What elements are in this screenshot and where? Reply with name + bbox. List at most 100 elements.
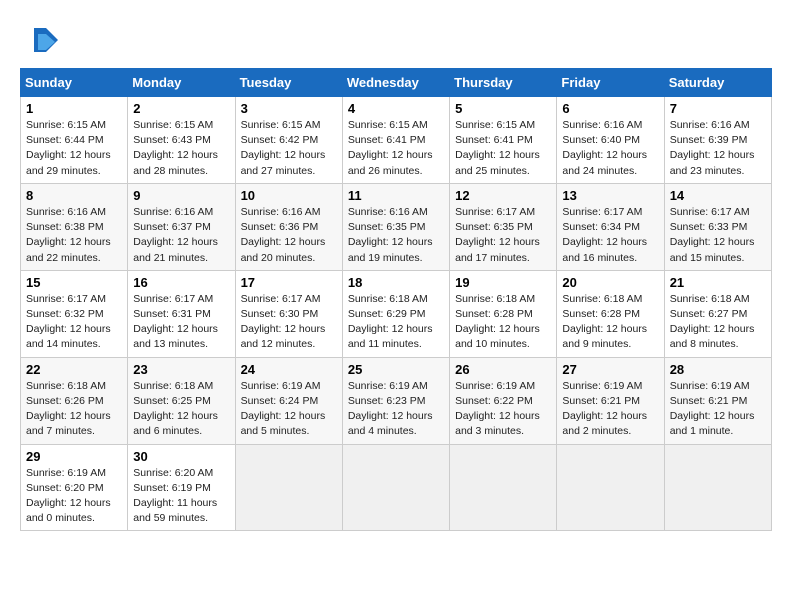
day-number: 5: [455, 101, 551, 116]
calendar-cell: 24 Sunrise: 6:19 AMSunset: 6:24 PMDayligh…: [235, 357, 342, 444]
calendar-table: SundayMondayTuesdayWednesdayThursdayFrid…: [20, 68, 772, 531]
calendar-cell: 5 Sunrise: 6:15 AMSunset: 6:41 PMDaylight…: [450, 97, 557, 184]
calendar-cell: 20 Sunrise: 6:18 AMSunset: 6:28 PMDayligh…: [557, 270, 664, 357]
weekday-header-wednesday: Wednesday: [342, 69, 449, 97]
day-number: 3: [241, 101, 337, 116]
cell-info: Sunrise: 6:16 AMSunset: 6:39 PMDaylight:…: [670, 118, 766, 179]
logo: [20, 20, 64, 60]
day-number: 12: [455, 188, 551, 203]
calendar-week-5: 29 Sunrise: 6:19 AMSunset: 6:20 PMDayligh…: [21, 444, 772, 531]
day-number: 23: [133, 362, 229, 377]
day-number: 13: [562, 188, 658, 203]
weekday-header-friday: Friday: [557, 69, 664, 97]
calendar-cell: 18 Sunrise: 6:18 AMSunset: 6:29 PMDayligh…: [342, 270, 449, 357]
calendar-cell: 13 Sunrise: 6:17 AMSunset: 6:34 PMDayligh…: [557, 183, 664, 270]
calendar-cell: 19 Sunrise: 6:18 AMSunset: 6:28 PMDayligh…: [450, 270, 557, 357]
calendar-week-2: 8 Sunrise: 6:16 AMSunset: 6:38 PMDaylight…: [21, 183, 772, 270]
day-number: 18: [348, 275, 444, 290]
day-number: 20: [562, 275, 658, 290]
calendar-cell: 27Sunrise: 6:19 AMSunset: 6:21 PMDayligh…: [557, 357, 664, 444]
cell-info: Sunrise: 6:18 AMSunset: 6:27 PMDaylight:…: [670, 292, 766, 353]
day-number: 4: [348, 101, 444, 116]
day-number: 28: [670, 362, 766, 377]
calendar-cell: 1 Sunrise: 6:15 AMSunset: 6:44 PMDaylight…: [21, 97, 128, 184]
cell-info: Sunrise: 6:19 AMSunset: 6:21 PMDaylight:…: [562, 379, 658, 440]
day-number: 21: [670, 275, 766, 290]
calendar-cell: 29 Sunrise: 6:19 AMSunset: 6:20 PMDayligh…: [21, 444, 128, 531]
cell-info: Sunrise: 6:17 AMSunset: 6:34 PMDaylight:…: [562, 205, 658, 266]
day-number: 8: [26, 188, 122, 203]
weekday-header-monday: Monday: [128, 69, 235, 97]
cell-info: Sunrise: 6:15 AMSunset: 6:41 PMDaylight:…: [348, 118, 444, 179]
cell-info: Sunrise: 6:19 AMSunset: 6:21 PMDaylight:…: [670, 379, 766, 440]
cell-info: Sunrise: 6:18 AMSunset: 6:28 PMDaylight:…: [562, 292, 658, 353]
calendar-cell: 4 Sunrise: 6:15 AMSunset: 6:41 PMDaylight…: [342, 97, 449, 184]
cell-info: Sunrise: 6:19 AMSunset: 6:23 PMDaylight:…: [348, 379, 444, 440]
cell-info: Sunrise: 6:15 AMSunset: 6:41 PMDaylight:…: [455, 118, 551, 179]
cell-info: Sunrise: 6:17 AMSunset: 6:33 PMDaylight:…: [670, 205, 766, 266]
page-header: [20, 20, 772, 60]
cell-info: Sunrise: 6:18 AMSunset: 6:25 PMDaylight:…: [133, 379, 229, 440]
weekday-header-saturday: Saturday: [664, 69, 771, 97]
day-number: 17: [241, 275, 337, 290]
calendar-cell: 15 Sunrise: 6:17 AMSunset: 6:32 PMDayligh…: [21, 270, 128, 357]
day-number: 7: [670, 101, 766, 116]
day-number: 15: [26, 275, 122, 290]
calendar-cell: [342, 444, 449, 531]
cell-info: Sunrise: 6:19 AMSunset: 6:22 PMDaylight:…: [455, 379, 551, 440]
calendar-header: SundayMondayTuesdayWednesdayThursdayFrid…: [21, 69, 772, 97]
calendar-cell: 30Sunrise: 6:20 AMSunset: 6:19 PMDayligh…: [128, 444, 235, 531]
cell-info: Sunrise: 6:16 AMSunset: 6:36 PMDaylight:…: [241, 205, 337, 266]
day-number: 14: [670, 188, 766, 203]
cell-info: Sunrise: 6:18 AMSunset: 6:26 PMDaylight:…: [26, 379, 122, 440]
cell-info: Sunrise: 6:19 AMSunset: 6:24 PMDaylight:…: [241, 379, 337, 440]
calendar-cell: 9Sunrise: 6:16 AMSunset: 6:37 PMDaylight…: [128, 183, 235, 270]
calendar-week-3: 15 Sunrise: 6:17 AMSunset: 6:32 PMDayligh…: [21, 270, 772, 357]
cell-info: Sunrise: 6:19 AMSunset: 6:20 PMDaylight:…: [26, 466, 122, 527]
cell-info: Sunrise: 6:17 AMSunset: 6:31 PMDaylight:…: [133, 292, 229, 353]
calendar-cell: 17Sunrise: 6:17 AMSunset: 6:30 PMDayligh…: [235, 270, 342, 357]
day-number: 30: [133, 449, 229, 464]
weekday-header-thursday: Thursday: [450, 69, 557, 97]
calendar-cell: 7 Sunrise: 6:16 AMSunset: 6:39 PMDaylight…: [664, 97, 771, 184]
cell-info: Sunrise: 6:18 AMSunset: 6:29 PMDaylight:…: [348, 292, 444, 353]
calendar-cell: [664, 444, 771, 531]
cell-info: Sunrise: 6:15 AMSunset: 6:43 PMDaylight:…: [133, 118, 229, 179]
calendar-cell: [450, 444, 557, 531]
calendar-cell: 23 Sunrise: 6:18 AMSunset: 6:25 PMDayligh…: [128, 357, 235, 444]
cell-info: Sunrise: 6:16 AMSunset: 6:38 PMDaylight:…: [26, 205, 122, 266]
day-number: 24: [241, 362, 337, 377]
calendar-cell: 25 Sunrise: 6:19 AMSunset: 6:23 PMDayligh…: [342, 357, 449, 444]
day-number: 29: [26, 449, 122, 464]
weekday-header-tuesday: Tuesday: [235, 69, 342, 97]
day-number: 25: [348, 362, 444, 377]
calendar-cell: 3 Sunrise: 6:15 AMSunset: 6:42 PMDaylight…: [235, 97, 342, 184]
calendar-cell: 16 Sunrise: 6:17 AMSunset: 6:31 PMDayligh…: [128, 270, 235, 357]
calendar-cell: 8 Sunrise: 6:16 AMSunset: 6:38 PMDaylight…: [21, 183, 128, 270]
day-number: 1: [26, 101, 122, 116]
weekday-header-sunday: Sunday: [21, 69, 128, 97]
day-number: 6: [562, 101, 658, 116]
calendar-cell: 11Sunrise: 6:16 AMSunset: 6:35 PMDayligh…: [342, 183, 449, 270]
calendar-cell: 28 Sunrise: 6:19 AMSunset: 6:21 PMDayligh…: [664, 357, 771, 444]
cell-info: Sunrise: 6:17 AMSunset: 6:35 PMDaylight:…: [455, 205, 551, 266]
cell-info: Sunrise: 6:15 AMSunset: 6:44 PMDaylight:…: [26, 118, 122, 179]
calendar-cell: 10 Sunrise: 6:16 AMSunset: 6:36 PMDayligh…: [235, 183, 342, 270]
day-number: 10: [241, 188, 337, 203]
calendar-cell: [557, 444, 664, 531]
calendar-cell: 2Sunrise: 6:15 AMSunset: 6:43 PMDaylight…: [128, 97, 235, 184]
day-number: 16: [133, 275, 229, 290]
calendar-cell: 22 Sunrise: 6:18 AMSunset: 6:26 PMDayligh…: [21, 357, 128, 444]
day-number: 19: [455, 275, 551, 290]
cell-info: Sunrise: 6:17 AMSunset: 6:32 PMDaylight:…: [26, 292, 122, 353]
day-number: 22: [26, 362, 122, 377]
day-number: 11: [348, 188, 444, 203]
calendar-cell: [235, 444, 342, 531]
cell-info: Sunrise: 6:16 AMSunset: 6:40 PMDaylight:…: [562, 118, 658, 179]
calendar-cell: 21 Sunrise: 6:18 AMSunset: 6:27 PMDayligh…: [664, 270, 771, 357]
cell-info: Sunrise: 6:15 AMSunset: 6:42 PMDaylight:…: [241, 118, 337, 179]
calendar-week-1: 1 Sunrise: 6:15 AMSunset: 6:44 PMDaylight…: [21, 97, 772, 184]
logo-icon: [20, 20, 60, 60]
cell-info: Sunrise: 6:18 AMSunset: 6:28 PMDaylight:…: [455, 292, 551, 353]
day-number: 9: [133, 188, 229, 203]
